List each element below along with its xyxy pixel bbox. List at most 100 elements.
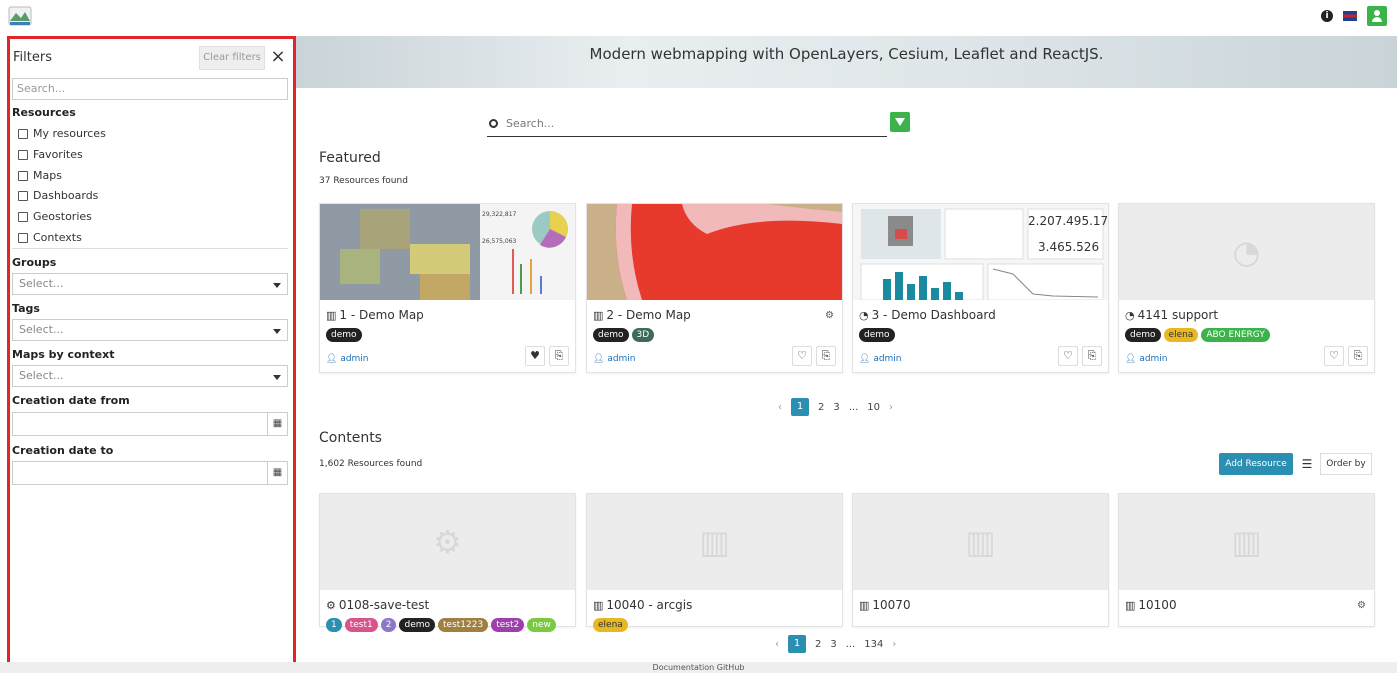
resource-card[interactable]: ⚙ ⚙ 0108-save-test 1 test1 2 demo test122… xyxy=(319,493,576,632)
tag-badge[interactable]: elena xyxy=(1163,328,1199,342)
favorite-button[interactable]: ♡ xyxy=(1324,346,1344,366)
card-title-text: 2 - Demo Map xyxy=(606,308,691,322)
calendar-icon[interactable]: ▦ xyxy=(267,462,287,484)
thumb-number: 2.207.495.178 xyxy=(1028,214,1108,228)
favorite-button[interactable]: ♥ xyxy=(525,346,545,366)
tag-badge[interactable]: demo xyxy=(326,328,362,342)
user-menu-button[interactable] xyxy=(1367,6,1387,26)
card-title-text: 10100 xyxy=(1138,598,1177,612)
checkbox-icon[interactable] xyxy=(18,149,28,160)
card-owner[interactable]: 👤︎ admin xyxy=(859,354,902,364)
creation-date-from-input[interactable]: ▦ xyxy=(12,412,288,436)
list-view-icon[interactable]: ☰ xyxy=(1298,453,1316,475)
tag-badge[interactable]: elena xyxy=(593,618,628,632)
groups-select[interactable]: Select... xyxy=(12,273,288,295)
details-button[interactable]: ⎘ xyxy=(816,346,836,366)
checkbox-maps[interactable]: Maps xyxy=(18,169,62,182)
prev-page-icon[interactable]: ‹ xyxy=(778,402,782,413)
checkbox-icon[interactable] xyxy=(18,170,28,181)
tag-badge[interactable]: demo xyxy=(399,618,436,632)
top-navbar: i xyxy=(0,0,1397,36)
checkbox-label: My resources xyxy=(33,127,106,140)
card-thumbnail: ⚙ xyxy=(320,494,575,590)
featured-count: 37 Resources found xyxy=(319,176,408,186)
page-button[interactable]: 3 xyxy=(830,639,836,650)
resource-card[interactable]: ▥ ▥ 10100 ⚙ xyxy=(1118,493,1375,627)
logo[interactable] xyxy=(8,3,32,29)
card-title: ▥ 10040 - arcgis xyxy=(593,598,692,612)
favorite-button[interactable]: ♡ xyxy=(792,346,812,366)
clear-filters-button[interactable]: Clear filters xyxy=(199,46,265,70)
creation-date-to-input[interactable]: ▦ xyxy=(12,461,288,485)
details-button[interactable]: ⎘ xyxy=(1082,346,1102,366)
gears-icon: ⚙ xyxy=(326,599,336,612)
maps-by-context-title: Maps by context xyxy=(12,348,115,361)
filter-search-input[interactable]: Search... xyxy=(12,78,288,100)
card-tags: demo elena ABO ENERGY xyxy=(1125,328,1270,342)
search-placeholder: Search... xyxy=(506,117,555,130)
search-icon xyxy=(489,119,498,128)
checkbox-icon[interactable] xyxy=(18,232,28,243)
prev-page-icon[interactable]: ‹ xyxy=(775,639,779,650)
card-thumbnail xyxy=(587,204,842,300)
tag-badge[interactable]: demo xyxy=(1125,328,1161,342)
next-page-icon[interactable]: › xyxy=(892,639,896,650)
checkbox-icon[interactable] xyxy=(18,128,28,139)
page-button[interactable]: 2 xyxy=(815,639,821,650)
checkbox-geostories[interactable]: Geostories xyxy=(18,210,92,223)
tag-badge[interactable]: test1 xyxy=(344,618,378,632)
tag-badge[interactable]: new xyxy=(527,618,556,632)
card-owner[interactable]: 👤︎ admin xyxy=(326,354,369,364)
page-button[interactable]: 1 xyxy=(788,635,806,653)
page-button[interactable]: 10 xyxy=(867,402,880,413)
resources-title: Resources xyxy=(12,106,76,119)
tag-badge[interactable]: test2 xyxy=(491,618,525,632)
page-button[interactable]: 134 xyxy=(864,639,883,650)
tag-badge[interactable]: 3D xyxy=(631,328,655,342)
tag-badge[interactable]: demo xyxy=(859,328,895,342)
calendar-icon[interactable]: ▦ xyxy=(267,413,287,435)
tag-badge[interactable]: demo xyxy=(593,328,629,342)
details-button[interactable]: ⎘ xyxy=(1348,346,1368,366)
footer-links[interactable]: Documentation GitHub xyxy=(653,663,745,672)
resource-card[interactable]: ◔ ◔ 4141 support demo elena ABO ENERGY 👤︎ a… xyxy=(1118,203,1375,373)
card-title-text: 0108-save-test xyxy=(338,598,430,612)
resource-card[interactable]: 2.207.495.178 3.465.526 ◔ 3 - Demo Dashbo… xyxy=(852,203,1109,373)
order-by-button[interactable]: Order by xyxy=(1320,453,1372,475)
checkbox-dashboards[interactable]: Dashboards xyxy=(18,189,98,202)
featured-pagination: ‹ 1 2 3 ... 10 › xyxy=(778,398,893,416)
resource-card[interactable]: ▥ ▥ 10070 xyxy=(852,493,1109,627)
english-flag-icon[interactable] xyxy=(1343,11,1357,21)
favorite-button[interactable]: ♡ xyxy=(1058,346,1078,366)
map-icon: ▥ xyxy=(593,599,604,612)
maps-by-context-select[interactable]: Select... xyxy=(12,365,288,387)
resource-card[interactable]: ▥ 2 - Demo Map ⚙ demo 3D 👤︎ admin ♡ ⎘ xyxy=(586,203,843,373)
resource-card[interactable]: 29,322,817 26,575,063 ▥ 1 - Demo Map demo… xyxy=(319,203,576,373)
card-owner[interactable]: 👤︎ admin xyxy=(593,354,636,364)
user-icon: 👤︎ xyxy=(593,354,605,364)
tag-badge[interactable]: ABO ENERGY xyxy=(1201,328,1270,342)
page-button[interactable]: 3 xyxy=(833,402,839,413)
info-icon[interactable]: i xyxy=(1321,10,1333,22)
checkbox-my-resources[interactable]: My resources xyxy=(18,127,106,140)
tags-select[interactable]: Select... xyxy=(12,319,288,341)
page-button[interactable]: 1 xyxy=(791,398,809,416)
checkbox-contexts[interactable]: Contexts xyxy=(18,231,82,244)
details-button[interactable]: ⎘ xyxy=(549,346,569,366)
card-owner[interactable]: 👤︎ admin xyxy=(1125,354,1168,364)
tag-badge[interactable]: test1223 xyxy=(438,618,489,632)
checkbox-favorites[interactable]: Favorites xyxy=(18,148,83,161)
card-tags: elena xyxy=(593,618,628,632)
add-resource-button[interactable]: Add Resource xyxy=(1219,453,1293,475)
card-title-text: 4141 support xyxy=(1137,308,1219,322)
checkbox-icon[interactable] xyxy=(18,190,28,201)
resource-card[interactable]: ▥ ▥ 10040 - arcgis elena xyxy=(586,493,843,632)
checkbox-icon[interactable] xyxy=(18,211,28,222)
page-button[interactable]: 2 xyxy=(818,402,824,413)
filter-toggle-button[interactable] xyxy=(890,112,910,132)
main-search-input[interactable]: Search... xyxy=(487,113,887,137)
next-page-icon[interactable]: › xyxy=(889,402,893,413)
tag-badge[interactable]: 1 xyxy=(326,618,342,632)
close-icon[interactable]: × xyxy=(269,48,287,66)
tag-badge[interactable]: 2 xyxy=(380,618,397,632)
